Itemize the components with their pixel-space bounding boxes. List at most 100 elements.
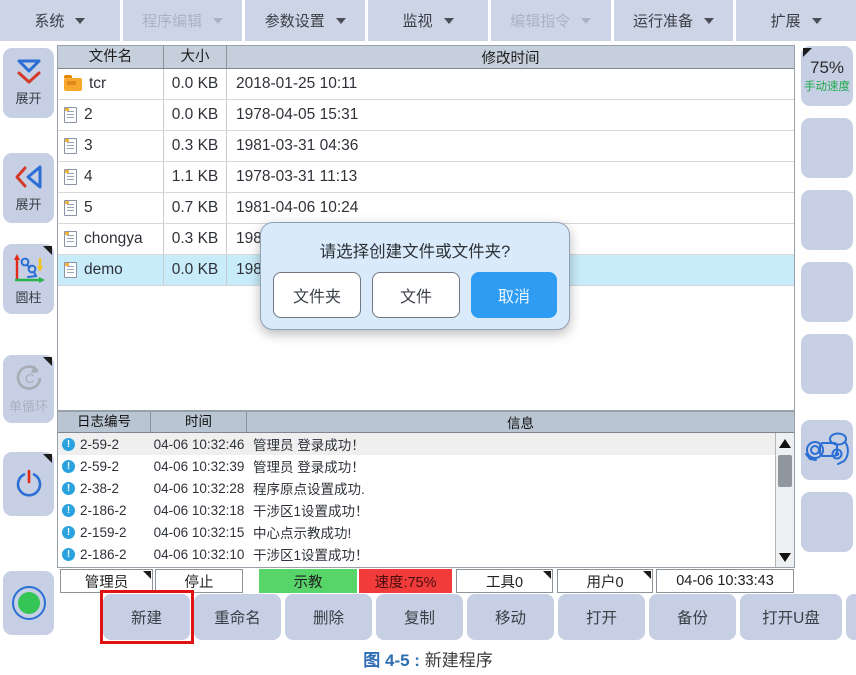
status-datetime: 04-06 10:33:43: [656, 569, 794, 593]
log-time: 04-06 10:32:10: [151, 547, 247, 562]
file-name: 5: [84, 199, 93, 217]
cylinder-label: 圆柱: [15, 287, 41, 306]
scroll-down-button[interactable]: [776, 549, 794, 565]
file-modified: 1981-04-06 10:24: [227, 193, 794, 223]
manual-speed-value: 75%: [810, 58, 844, 78]
triangle-up-icon: [779, 439, 791, 448]
menu-label: 监视: [403, 10, 433, 31]
table-row[interactable]: tcr 0.0 KB 2018-01-25 10:11: [58, 69, 794, 100]
chevron-down-icon: [213, 18, 223, 24]
log-time: 04-06 10:32:15: [151, 525, 247, 540]
new-button[interactable]: 新建: [103, 594, 190, 640]
figure-label: 图 4-5 :: [363, 651, 420, 670]
log-id: 2-59-2: [80, 459, 119, 474]
menu-extend[interactable]: 扩展: [736, 0, 856, 41]
info-icon: !: [62, 460, 75, 473]
corner-marker-icon: [43, 357, 52, 366]
log-row[interactable]: !2-38-2 04-06 10:32:28 程序原点设置成功.: [58, 477, 794, 499]
expand-left-label: 展开: [15, 194, 41, 213]
file-name: demo: [84, 261, 123, 279]
menu-run-prepare[interactable]: 运行准备: [614, 0, 737, 41]
document-icon: [64, 138, 77, 154]
log-row[interactable]: !2-186-2 04-06 10:32:18 干涉区1设置成功！: [58, 499, 794, 521]
status-tool[interactable]: 工具0: [456, 569, 553, 593]
cancel-button[interactable]: 取消: [471, 272, 557, 318]
figure-title: 新建程序: [425, 651, 493, 670]
file-modified: 1978-03-31 11:13: [227, 162, 794, 192]
file-button[interactable]: 文件: [372, 272, 460, 318]
double-chevron-down-icon: [13, 59, 45, 85]
servo-status-button[interactable]: [3, 571, 54, 635]
chevron-down-icon: [704, 18, 714, 24]
rename-button[interactable]: 重命名: [194, 594, 281, 640]
menu-monitor[interactable]: 监视: [368, 0, 491, 41]
status-user[interactable]: 管理员: [60, 569, 153, 593]
file-size: 0.3 KB: [164, 224, 227, 254]
status-mode: 示教: [259, 569, 357, 593]
log-row-clipped[interactable]: !2-158-2 04-06 10:32:04 顶点1示教成功!: [58, 565, 794, 568]
menu-system[interactable]: 系统: [0, 0, 123, 41]
expand-left-button[interactable]: 展开: [3, 153, 54, 223]
column-header-message: 信息: [247, 412, 794, 432]
delete-button[interactable]: 删除: [285, 594, 372, 640]
log-row[interactable]: !2-186-2 04-06 10:32:10 干涉区1设置成功！: [58, 543, 794, 565]
backup-button[interactable]: 备份: [649, 594, 736, 640]
status-user-label: 管理员: [85, 571, 129, 592]
log-message: 程序原点设置成功.: [247, 478, 774, 498]
right-panel-button-empty[interactable]: [801, 118, 853, 178]
status-tool-label: 工具0: [486, 571, 523, 592]
right-panel-button-empty[interactable]: [801, 262, 853, 322]
log-time: 04-06 10:32:28: [151, 481, 247, 496]
corner-marker-icon: [43, 246, 52, 255]
right-panel-button-empty[interactable]: [801, 190, 853, 250]
power-button[interactable]: [3, 452, 54, 516]
svg-text:C: C: [25, 371, 34, 386]
table-row[interactable]: 2 0.0 KB 1978-04-05 15:31: [58, 100, 794, 131]
move-button[interactable]: 移动: [467, 594, 554, 640]
folder-button[interactable]: 文件夹: [273, 272, 361, 318]
log-id: 2-159-2: [80, 525, 127, 540]
status-user-frame[interactable]: 用户0: [557, 569, 653, 593]
dialog-button-row: 文件夹 文件 取消: [273, 272, 557, 318]
robot-coordinate-icon: [12, 252, 46, 284]
log-row[interactable]: !2-159-2 04-06 10:32:15 中心点示教成功!: [58, 521, 794, 543]
cylinder-coord-button[interactable]: 圆柱: [3, 244, 54, 314]
info-icon: !: [62, 504, 75, 517]
teach-pendant-screen: 系统 程序编辑 参数设置 监视 编辑指令 运行准备 扩展: [0, 0, 856, 675]
create-file-dialog: 请选择创建文件或文件夹? 文件夹 文件 取消: [260, 222, 570, 330]
extra-button-clipped[interactable]: [846, 594, 856, 640]
expand-down-label: 展开: [15, 88, 41, 107]
file-size: 0.7 KB: [164, 193, 227, 223]
right-panel-button-empty[interactable]: [801, 334, 853, 394]
log-row[interactable]: !2-59-2 04-06 10:32:39 管理员 登录成功！: [58, 455, 794, 477]
file-size: 1.1 KB: [164, 162, 227, 192]
table-row[interactable]: 5 0.7 KB 1981-04-06 10:24: [58, 193, 794, 224]
log-id: 2-59-2: [80, 437, 119, 452]
manual-speed-button[interactable]: 75% 手动速度: [801, 46, 853, 106]
right-panel-button-empty[interactable]: [801, 492, 853, 552]
chevron-down-icon: [336, 18, 346, 24]
menu-label: 系统: [34, 10, 64, 31]
expand-down-button[interactable]: 展开: [3, 48, 54, 118]
open-button[interactable]: 打开: [558, 594, 645, 640]
copy-button[interactable]: 复制: [376, 594, 463, 640]
table-row[interactable]: 3 0.3 KB 1981-03-31 04:36: [58, 131, 794, 162]
status-speed-label: 速度:75%: [374, 571, 436, 592]
single-cycle-button[interactable]: C 单循环: [3, 355, 54, 423]
scrollbar-thumb[interactable]: [778, 455, 792, 487]
menu-parameter-settings[interactable]: 参数设置: [245, 0, 368, 41]
table-row[interactable]: 4 1.1 KB 1978-03-31 11:13: [58, 162, 794, 193]
info-icon: !: [62, 482, 75, 495]
open-usb-button[interactable]: 打开U盘: [740, 594, 842, 640]
scroll-up-button[interactable]: [776, 435, 794, 451]
double-chevron-left-icon: [14, 163, 44, 191]
teach-pendant-jog-button[interactable]: [801, 420, 853, 480]
status-run-state-label: 停止: [185, 571, 214, 592]
menu-program-edit: 程序编辑: [123, 0, 246, 41]
log-message: 干涉区1设置成功！: [247, 500, 774, 520]
log-scrollbar[interactable]: [775, 433, 794, 567]
folder-icon: [64, 78, 82, 91]
log-message: 管理员 登录成功！: [247, 456, 774, 476]
log-row-selected[interactable]: !2-59-2 04-06 10:32:46 管理员 登录成功！: [58, 433, 794, 455]
document-icon: [64, 169, 77, 185]
